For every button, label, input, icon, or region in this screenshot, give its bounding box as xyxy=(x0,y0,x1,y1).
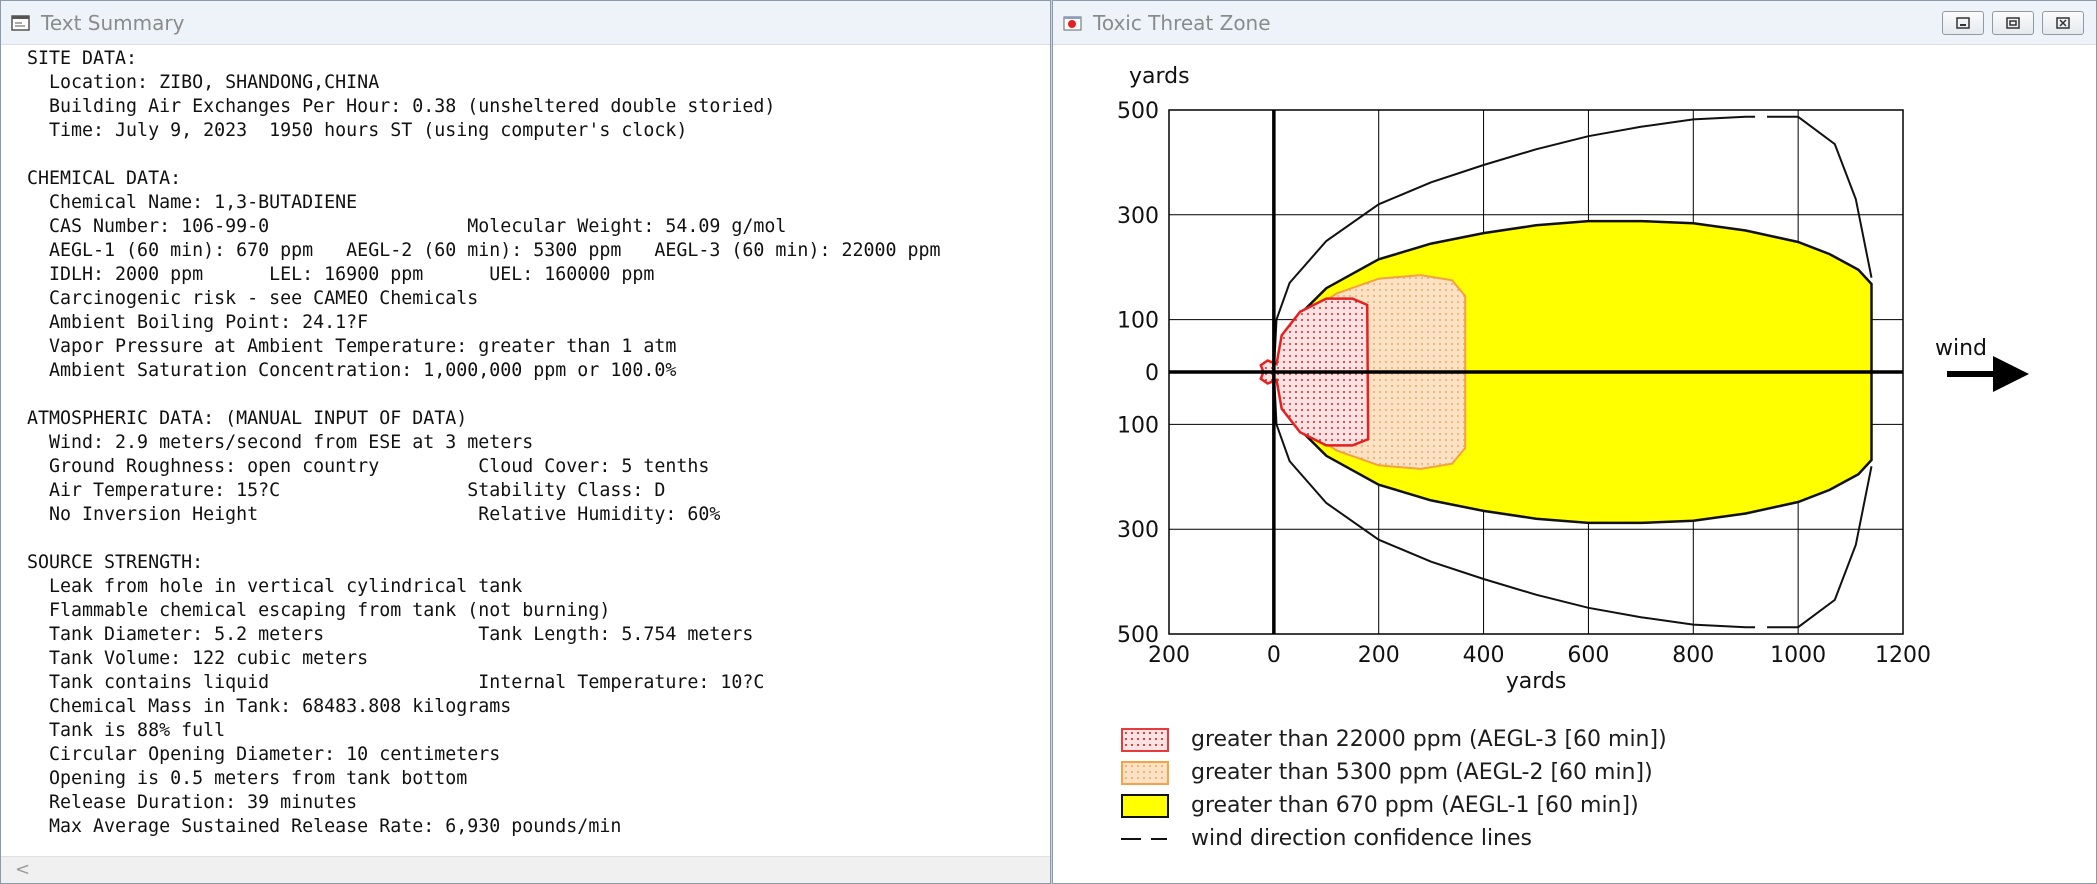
legend-label-aegl1: greater than 670 ppm (AEGL-1 [60 min]) xyxy=(1191,793,1639,818)
summary-line: Circular Opening Diameter: 10 centimeter… xyxy=(27,744,501,765)
summary-line: Opening is 0.5 meters from tank bottom xyxy=(27,768,468,789)
maximize-icon xyxy=(2006,17,2020,29)
wind-label: wind xyxy=(1935,336,1987,361)
summary-line: ATMOSPHERIC DATA: (MANUAL INPUT OF DATA) xyxy=(27,408,468,429)
toxic-threat-zone-window: Toxic Threat Zone 500 300 100 0 100 300 … xyxy=(1052,0,2097,884)
threat-zone-title: Toxic Threat Zone xyxy=(1093,10,1271,35)
legend-item-aegl2: greater than 5300 ppm (AEGL-2 [60 min]) xyxy=(1121,756,1667,789)
text-summary-window: Text Summary SITE DATA: Location: ZIBO, … xyxy=(0,0,1051,884)
summary-line: Wind: 2.9 meters/second from ESE at 3 me… xyxy=(27,432,534,453)
y-tick-label: 100 xyxy=(1117,413,1159,438)
y-axis-label: yards xyxy=(1129,64,1190,89)
summary-line: IDLH: 2000 ppm LEL: 16900 ppm UEL: 16000… xyxy=(27,264,655,285)
x-tick-label: 200 xyxy=(1358,643,1400,668)
summary-line xyxy=(27,527,1050,551)
legend: greater than 22000 ppm (AEGL-3 [60 min])… xyxy=(1121,723,1667,855)
x-tick-label: 600 xyxy=(1567,643,1609,668)
summary-line: Max Average Sustained Release Rate: 6,93… xyxy=(27,816,622,837)
summary-line: Tank is 88% full xyxy=(27,720,226,741)
legend-swatch-confidence xyxy=(1121,827,1169,851)
summary-line: Tank Diameter: 5.2 meters Tank Length: 5… xyxy=(27,624,754,645)
summary-line: CAS Number: 106-99-0 Molecular Weight: 5… xyxy=(27,216,787,237)
threat-zone-titlebar[interactable]: Toxic Threat Zone xyxy=(1053,1,2096,45)
legend-swatch-aegl2 xyxy=(1121,760,1169,785)
x-axis-label: yards xyxy=(1506,669,1567,694)
summary-line: Flammable chemical escaping from tank (n… xyxy=(27,600,611,621)
summary-line xyxy=(27,143,1050,167)
summary-line: Tank Volume: 122 cubic meters xyxy=(27,648,369,669)
summary-line: Chemical Name: 1,3-BUTADIENE xyxy=(27,192,358,213)
minimize-button[interactable] xyxy=(1942,11,1984,35)
summary-line: Ground Roughness: open country Cloud Cov… xyxy=(27,456,710,477)
y-tick-label: 300 xyxy=(1117,204,1159,229)
legend-item-aegl3: greater than 22000 ppm (AEGL-3 [60 min]) xyxy=(1121,723,1667,756)
minimize-icon xyxy=(1956,17,1970,29)
scroll-left-arrow-icon[interactable]: < xyxy=(15,859,30,880)
y-tick-label: 100 xyxy=(1117,309,1159,334)
summary-line: Release Duration: 39 minutes xyxy=(27,792,358,813)
threat-zone-content: 500 300 100 0 100 300 500 200 0 200 400 600 800 1000 1… xyxy=(1053,47,2096,883)
summary-line: Air Temperature: 15?C Stability Class: D xyxy=(27,480,666,501)
x-tick-label: 200 xyxy=(1148,643,1190,668)
legend-item-aegl1: greater than 670 ppm (AEGL-1 [60 min]) xyxy=(1121,789,1667,822)
legend-label-aegl2: greater than 5300 ppm (AEGL-2 [60 min]) xyxy=(1191,760,1653,785)
x-tick-label: 0 xyxy=(1267,643,1281,668)
text-summary-content: SITE DATA: Location: ZIBO, SHANDONG,CHIN… xyxy=(27,47,1050,855)
text-summary-titlebar[interactable]: Text Summary xyxy=(1,1,1050,45)
summary-line: CHEMICAL DATA: xyxy=(27,168,182,189)
threat-window-icon xyxy=(1063,14,1083,32)
close-button[interactable] xyxy=(2042,11,2084,35)
y-tick-label: 500 xyxy=(1117,99,1159,124)
summary-line: Leak from hole in vertical cylindrical t… xyxy=(27,576,523,597)
summary-line: Tank contains liquid Internal Temperatur… xyxy=(27,672,765,693)
x-tick-label: 1200 xyxy=(1875,643,1931,668)
legend-swatch-aegl1 xyxy=(1121,793,1169,818)
summary-line: Carcinogenic risk - see CAMEO Chemicals xyxy=(27,288,479,309)
summary-line: SITE DATA: xyxy=(27,48,138,69)
text-summary-title: Text Summary xyxy=(41,10,185,35)
summary-line: Chemical Mass in Tank: 68483.808 kilogra… xyxy=(27,696,512,717)
legend-swatch-aegl3 xyxy=(1121,727,1169,752)
summary-line: AEGL-1 (60 min): 670 ppm AEGL-2 (60 min)… xyxy=(27,240,941,261)
legend-item-confidence: wind direction confidence lines xyxy=(1121,822,1667,855)
maximize-button[interactable] xyxy=(1992,11,2034,35)
summary-line: SOURCE STRENGTH: xyxy=(27,552,204,573)
horizontal-scrollbar[interactable]: < xyxy=(1,856,1050,883)
close-icon xyxy=(2056,17,2070,29)
summary-line xyxy=(27,383,1050,407)
y-tick-label: 0 xyxy=(1145,361,1159,386)
x-tick-label: 400 xyxy=(1463,643,1505,668)
text-window-icon xyxy=(11,14,31,32)
summary-line: Location: ZIBO, SHANDONG,CHINA xyxy=(27,72,380,93)
window-controls xyxy=(1942,11,2084,35)
legend-label-confidence: wind direction confidence lines xyxy=(1191,826,1532,851)
summary-line: Ambient Saturation Concentration: 1,000,… xyxy=(27,360,677,381)
summary-line: Vapor Pressure at Ambient Temperature: g… xyxy=(27,336,677,357)
x-tick-label: 800 xyxy=(1672,643,1714,668)
summary-line: No Inversion Height Relative Humidity: 6… xyxy=(27,504,721,525)
summary-line: Building Air Exchanges Per Hour: 0.38 (u… xyxy=(27,96,776,117)
legend-label-aegl3: greater than 22000 ppm (AEGL-3 [60 min]) xyxy=(1191,727,1667,752)
summary-line: Ambient Boiling Point: 24.1?F xyxy=(27,312,369,333)
x-tick-label: 1000 xyxy=(1770,643,1826,668)
summary-line: Time: July 9, 2023 1950 hours ST (using … xyxy=(27,120,688,141)
y-tick-label: 300 xyxy=(1117,518,1159,543)
